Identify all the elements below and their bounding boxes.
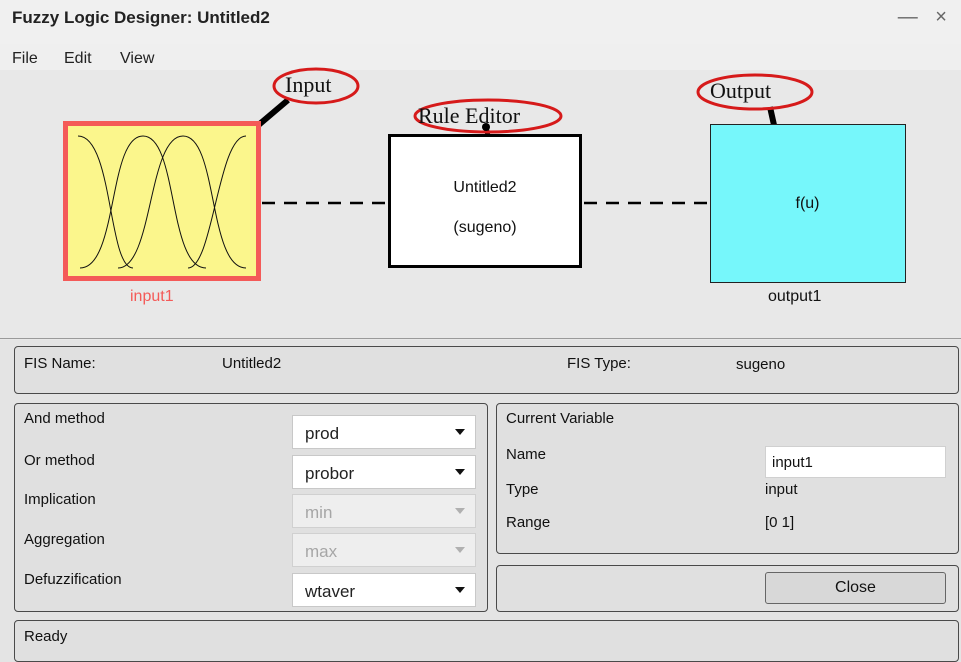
chevron-down-icon [455,547,465,553]
input-variable-label: input1 [130,288,174,305]
close-button[interactable]: Close [765,572,946,604]
fis-name-label: FIS Name: [24,355,96,372]
chevron-down-icon [455,508,465,514]
fis-name-value: Untitled2 [222,355,282,372]
divider [0,338,961,339]
variable-range-label: Range [506,514,551,531]
variable-type-label: Type [506,481,539,498]
chevron-down-icon [455,469,465,475]
chevron-down-icon [455,587,465,593]
fis-type-value: sugeno [736,356,786,373]
output-variable-block[interactable]: f(u) [710,124,906,283]
output-function-text: f(u) [795,195,820,212]
defuzzification-value: wtaver [305,582,356,601]
chevron-down-icon [455,429,465,435]
fis-info-panel [14,346,959,394]
aggregation-dropdown[interactable]: max [292,533,476,567]
or-method-dropdown[interactable]: probor [292,455,476,489]
and-method-dropdown[interactable]: prod [292,415,476,449]
input-variable-block[interactable] [63,121,261,281]
rule-editor-block[interactable]: Untitled2 (sugeno) [388,134,582,268]
defuzzification-dropdown[interactable]: wtaver [292,573,476,607]
input-annotation: Input [285,72,332,97]
implication-dropdown[interactable]: min [292,494,476,528]
and-method-value: prod [305,424,340,443]
current-variable-title: Current Variable [506,410,615,427]
output-annotation: Output [710,78,772,103]
variable-name-input[interactable]: input1 [765,446,946,478]
implication-label: Implication [24,491,96,508]
or-method-label: Or method [24,452,95,469]
fis-name-display: Untitled2 [453,179,517,196]
variable-type-value: input [765,481,798,498]
status-text: Ready [24,628,68,645]
output-variable-label: output1 [768,288,822,305]
fis-type-label: FIS Type: [567,355,631,372]
implication-value: min [305,503,333,522]
fis-type-display: (sugeno) [453,219,517,236]
variable-range-value: [0 1] [765,514,795,531]
status-panel [14,620,959,662]
rule-editor-annotation: Rule Editor [418,103,521,128]
membership-functions-icon [77,135,247,269]
aggregation-label: Aggregation [24,531,105,548]
defuzzification-label: Defuzzification [24,571,122,588]
aggregation-value: max [305,542,338,561]
or-method-value: probor [305,464,355,483]
and-method-label: And method [24,410,105,427]
variable-name-label: Name [506,446,547,463]
